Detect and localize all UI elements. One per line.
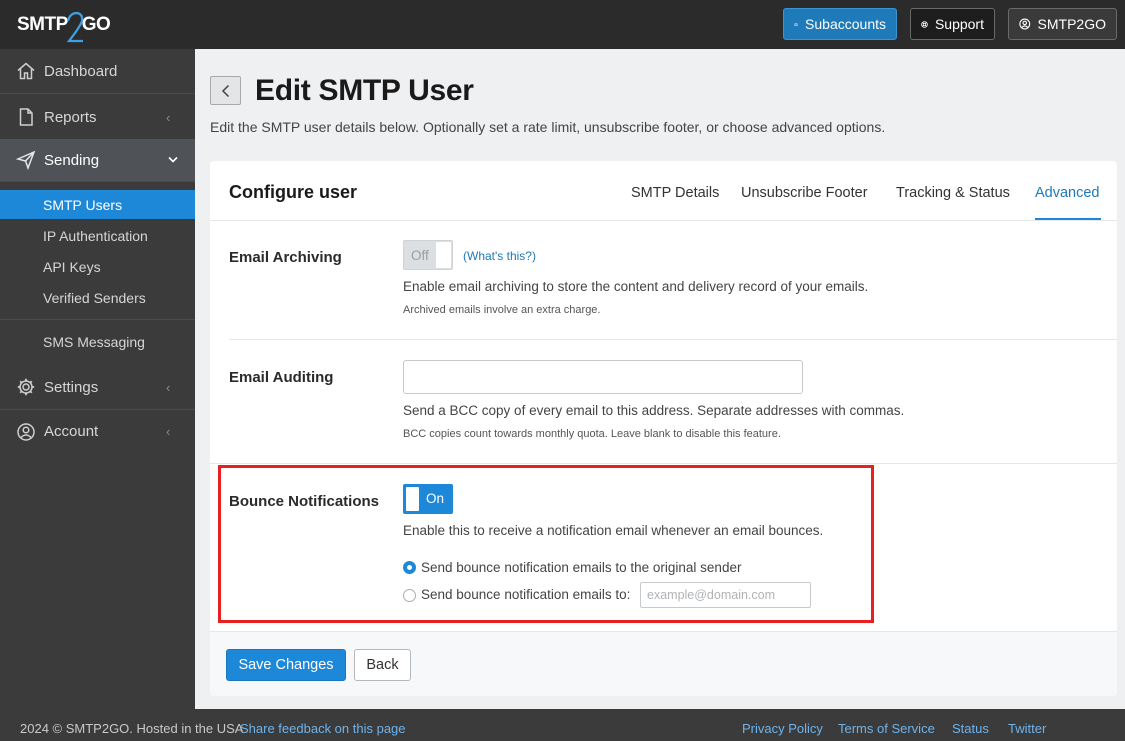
home-icon — [17, 62, 35, 80]
sidebar-subitem-label: Verified Senders — [43, 289, 146, 306]
footer-terms-link[interactable]: Terms of Service — [838, 721, 935, 736]
sidebar-subitem-api-keys[interactable]: API Keys — [0, 252, 195, 281]
back-arrow-button[interactable] — [210, 76, 241, 105]
gear-icon — [17, 378, 35, 396]
bounce-original-sender-radio[interactable] — [403, 561, 416, 574]
sidebar-item-sending[interactable]: Sending — [0, 139, 195, 182]
email-auditing-input[interactable] — [403, 360, 803, 394]
sidebar-subitem-ip-authentication[interactable]: IP Authentication — [0, 221, 195, 250]
bounce-notifications-label: Bounce Notifications — [229, 493, 380, 510]
tab-advanced[interactable]: Advanced — [1035, 185, 1100, 201]
user-circle-icon — [1019, 18, 1031, 30]
subaccounts-label: Subaccounts — [805, 16, 886, 32]
footer-twitter-link[interactable]: Twitter — [1008, 721, 1046, 736]
active-tab-indicator — [1035, 218, 1101, 220]
sidebar-item-reports[interactable]: Reports ‹ — [0, 95, 195, 140]
email-auditing-help: Send a BCC copy of every email to this a… — [403, 403, 905, 418]
sidebar-subitem-label: SMS Messaging — [43, 333, 145, 350]
logo-two-glyph-icon — [66, 11, 84, 43]
email-archiving-toggle[interactable]: Off — [403, 240, 453, 270]
card-header: Configure user SMTP Details Unsubscribe … — [210, 161, 1117, 221]
sidebar-item-label: Reports — [44, 108, 97, 126]
tab-tracking-status[interactable]: Tracking & Status — [896, 185, 1010, 201]
page-title: Edit SMTP User — [255, 74, 474, 107]
user-circle-icon — [17, 422, 35, 441]
chevron-left-icon: ‹ — [166, 109, 171, 125]
email-archiving-help: Enable email archiving to store the cont… — [403, 279, 869, 294]
document-icon — [19, 108, 33, 126]
bounce-notifications-toggle[interactable]: On — [403, 484, 453, 514]
email-auditing-note: BCC copies count towards monthly quota. … — [403, 428, 781, 440]
sidebar-item-label: Sending — [44, 151, 100, 169]
chevron-left-icon: ‹ — [166, 424, 171, 439]
configure-user-card: Configure user SMTP Details Unsubscribe … — [210, 161, 1117, 696]
sidebar-subitem-sms-messaging[interactable]: SMS Messaging — [0, 327, 195, 356]
sidebar-subitem-label: API Keys — [43, 258, 101, 275]
chevron-down-icon — [168, 156, 178, 163]
bounce-notifications-help: Enable this to receive a notification em… — [403, 523, 824, 538]
logo-text-left: SMTP — [17, 14, 68, 35]
chevron-left-icon: ‹ — [166, 379, 171, 395]
email-archiving-note: Archived emails involve an extra charge. — [403, 304, 601, 316]
page-description: Edit the SMTP user details below. Option… — [210, 119, 886, 135]
card-footer: Save Changes Back — [210, 631, 1117, 696]
sidebar-item-settings[interactable]: Settings ‹ — [0, 365, 195, 410]
footer-copyright: 2024 © SMTP2GO. Hosted in the USA — [20, 721, 244, 736]
bounce-email-input[interactable]: example@domain.com — [640, 582, 811, 608]
sidebar-subitem-label: SMTP Users — [43, 196, 123, 213]
sidebar-item-label: Dashboard — [44, 62, 118, 80]
toggle-state-text: Off — [411, 248, 429, 263]
sidebar: Dashboard Reports ‹ Sending SMTP Users I… — [0, 49, 195, 709]
sidebar-divider — [0, 319, 195, 320]
tab-smtp-details[interactable]: SMTP Details — [631, 185, 719, 201]
page-footer: 2024 © SMTP2GO. Hosted in the USA Share … — [0, 709, 1125, 741]
sidebar-item-label: Settings — [44, 378, 99, 396]
footer-privacy-link[interactable]: Privacy Policy — [742, 721, 823, 736]
footer-feedback-link[interactable]: Share feedback on this page — [240, 721, 406, 736]
card-title: Configure user — [229, 182, 358, 202]
row-divider — [210, 463, 1117, 464]
logo-text-right: GO — [81, 14, 111, 35]
toggle-knob — [436, 242, 451, 268]
chevron-left-icon — [221, 84, 229, 97]
toggle-knob — [406, 487, 419, 511]
top-bar: SMTP GO Subaccounts Support SMTP2GO — [0, 0, 1125, 49]
account-label: SMTP2GO — [1037, 16, 1106, 32]
bounce-custom-address-label[interactable]: Send bounce notification emails to: — [421, 587, 630, 602]
paper-plane-icon — [16, 150, 36, 170]
bounce-custom-address-radio[interactable] — [403, 589, 416, 602]
tab-unsubscribe-footer[interactable]: Unsubscribe Footer — [741, 185, 868, 201]
whats-this-link[interactable]: (What's this?) — [463, 249, 536, 263]
sidebar-item-account[interactable]: Account ‹ — [0, 409, 195, 454]
users-icon — [794, 22, 799, 26]
sidebar-subitem-smtp-users[interactable]: SMTP Users — [0, 190, 195, 219]
footer-status-link[interactable]: Status — [952, 721, 989, 736]
sidebar-item-dashboard[interactable]: Dashboard — [0, 49, 195, 94]
subaccounts-button[interactable]: Subaccounts — [783, 8, 897, 40]
smtp2go-logo[interactable]: SMTP GO — [17, 8, 111, 43]
account-menu-button[interactable]: SMTP2GO — [1008, 8, 1117, 40]
email-auditing-label: Email Auditing — [229, 369, 334, 386]
save-changes-button[interactable]: Save Changes — [226, 649, 346, 681]
support-button[interactable]: Support — [910, 8, 995, 40]
toggle-state-text: On — [426, 491, 445, 506]
sidebar-item-label: Account — [44, 423, 99, 440]
bounce-original-sender-label[interactable]: Send bounce notification emails to the o… — [421, 560, 741, 575]
sidebar-subitem-label: IP Authentication — [43, 227, 148, 244]
lifebuoy-icon — [921, 20, 928, 28]
email-archiving-label: Email Archiving — [229, 249, 342, 266]
support-label: Support — [934, 16, 984, 32]
back-button[interactable]: Back — [354, 649, 411, 681]
sidebar-subitem-verified-senders[interactable]: Verified Senders — [0, 283, 195, 312]
row-divider — [229, 339, 1117, 340]
